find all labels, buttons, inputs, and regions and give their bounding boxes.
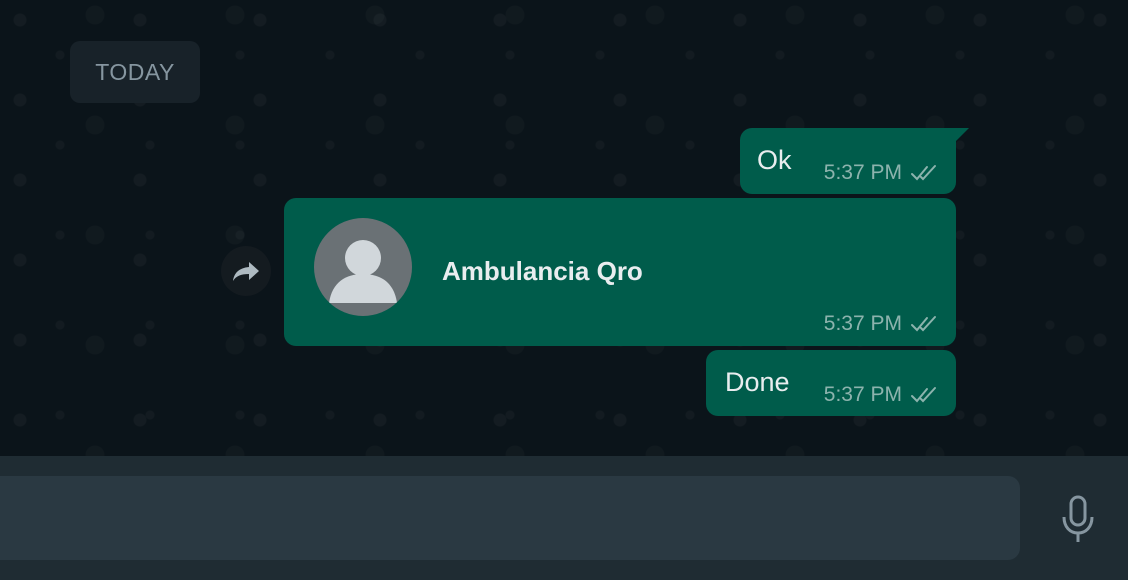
voice-message-button[interactable] [1054, 492, 1102, 548]
message-time: 5:37 PM [823, 161, 902, 184]
contact-name[interactable]: Ambulancia Qro [442, 256, 643, 287]
forward-button[interactable] [221, 246, 271, 296]
double-check-icon [911, 165, 936, 181]
message-time: 5:37 PM [823, 383, 902, 406]
microphone-icon [1062, 495, 1094, 542]
chat-area: TODAY Ok 5:37 PM Ambulancia Qro 5:37 PM [0, 0, 1128, 456]
bubble-tail [955, 128, 969, 142]
double-check-icon [911, 387, 936, 403]
message-text: Done [725, 367, 790, 397]
composer-bar [0, 456, 1128, 580]
double-check-icon [911, 316, 936, 332]
forward-icon [233, 262, 259, 281]
message-input[interactable] [0, 476, 1020, 560]
date-label: TODAY [95, 58, 175, 85]
message-meta: 5:37 PM [824, 383, 940, 407]
contact-card-message[interactable]: Ambulancia Qro 5:37 PM [284, 198, 956, 346]
message-time: 5:37 PM [823, 312, 902, 335]
message-text: Ok [757, 145, 792, 175]
date-separator: TODAY [70, 41, 200, 103]
message-meta: 5:37 PM [824, 161, 940, 185]
default-avatar-icon[interactable] [314, 218, 412, 316]
message-bubble-outgoing[interactable]: Done 5:37 PM [706, 350, 956, 416]
message-bubble-outgoing[interactable]: Ok 5:37 PM [740, 128, 969, 194]
message-meta: 5:37 PM [824, 312, 940, 336]
